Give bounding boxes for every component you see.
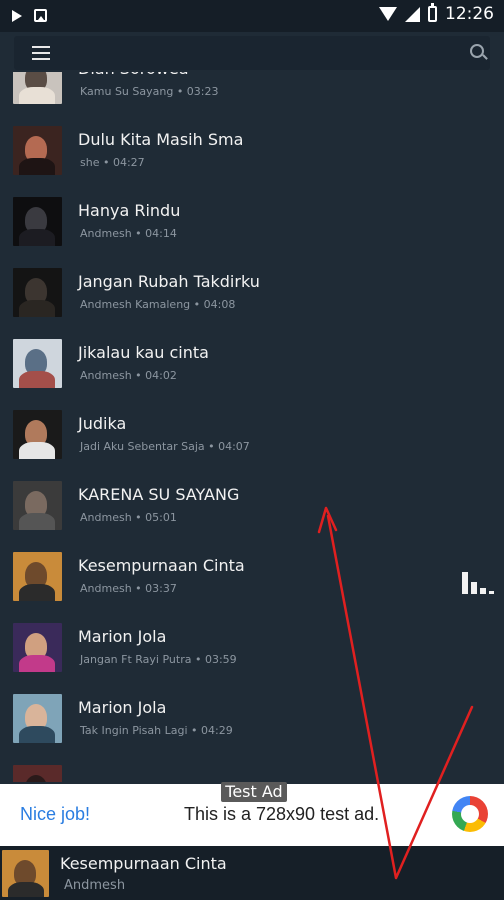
song-list-item[interactable]: Judika Jadi Aku Sebentar Saja • 04:07 xyxy=(0,400,504,471)
signal-icon xyxy=(405,6,420,22)
status-bar: 12:26 xyxy=(0,0,504,32)
song-cover-art xyxy=(13,623,62,672)
song-list-content: Dian Sorowea Kamu Su Sayang • 03:23 Dulu K… xyxy=(0,72,504,782)
song-subtitle: Andmesh • 03:37 xyxy=(80,582,177,595)
song-list-item[interactable]: Hanya Rindu Andmesh • 04:14 xyxy=(0,187,504,258)
song-title: KARENA SU SAYANG xyxy=(78,485,240,504)
wifi-icon xyxy=(379,7,397,21)
ad-description-text: This is a 728x90 test ad. xyxy=(184,804,380,824)
now-playing-title: Kesempurnaan Cinta xyxy=(60,854,227,873)
song-list-item[interactable]: Jangan Rubah Takdirku Andmesh Kamaleng • … xyxy=(0,258,504,329)
mini-player[interactable]: Kesempurnaan Cinta Andmesh xyxy=(0,846,504,900)
menu-icon[interactable] xyxy=(32,46,50,60)
song-cover-art xyxy=(13,694,62,743)
ad-nice-job-text: Nice job! xyxy=(20,804,91,824)
app-screen: 12:26 Dian Sorowea Kamu Su Sayang • 03:23… xyxy=(0,0,504,900)
song-list-item[interactable]: Jikalau kau cinta Andmesh • 04:02 xyxy=(0,329,504,400)
battery-icon xyxy=(428,3,437,22)
song-subtitle: she • 04:27 xyxy=(80,156,145,169)
song-subtitle: Andmesh Kamaleng • 04:08 xyxy=(80,298,236,311)
song-title: Jikalau kau cinta xyxy=(78,343,209,362)
song-list-item[interactable] xyxy=(0,755,504,782)
song-subtitle: Tak Ingin Pisah Lagi • 04:29 xyxy=(80,724,233,737)
song-subtitle: Andmesh • 04:02 xyxy=(80,369,177,382)
song-subtitle: Andmesh • 05:01 xyxy=(80,511,177,524)
song-cover-art xyxy=(13,552,62,601)
song-cover-art xyxy=(13,765,62,782)
play-notification-icon xyxy=(12,10,22,22)
song-subtitle: Jangan Ft Rayi Putra • 03:59 xyxy=(80,653,237,666)
song-title: Kesempurnaan Cinta xyxy=(78,556,245,575)
song-list-item[interactable]: Dian Sorowea Kamu Su Sayang • 03:23 xyxy=(0,72,504,116)
song-subtitle: Jadi Aku Sebentar Saja • 04:07 xyxy=(80,440,250,453)
song-list[interactable]: Dian Sorowea Kamu Su Sayang • 03:23 Dulu K… xyxy=(0,72,504,782)
song-cover-art xyxy=(13,197,62,246)
song-title: Jangan Rubah Takdirku xyxy=(78,272,260,291)
status-time: 12:26 xyxy=(445,4,494,24)
song-title: Dulu Kita Masih Sma xyxy=(78,130,244,149)
song-cover-art xyxy=(13,126,62,175)
now-playing-artist: Andmesh xyxy=(64,878,126,893)
song-subtitle: Andmesh • 04:14 xyxy=(80,227,177,240)
song-title: Marion Jola xyxy=(78,698,167,717)
test-ad-label: Test Ad xyxy=(221,782,287,802)
song-cover-art xyxy=(13,72,62,104)
equalizer-icon[interactable] xyxy=(462,572,494,594)
song-list-item[interactable]: Marion Jola Tak Ingin Pisah Lagi • 04:29 xyxy=(0,684,504,755)
song-list-item[interactable]: KARENA SU SAYANG Andmesh • 05:01 xyxy=(0,471,504,542)
song-subtitle: Kamu Su Sayang • 03:23 xyxy=(80,85,219,98)
song-title: Hanya Rindu xyxy=(78,201,181,220)
song-title: Marion Jola xyxy=(78,627,167,646)
song-title: Judika xyxy=(78,414,127,433)
song-list-item[interactable]: Dulu Kita Masih Sma she • 04:27 xyxy=(0,116,504,187)
status-indicators: 12:26 xyxy=(379,3,494,24)
now-playing-cover xyxy=(2,850,49,897)
toolbar xyxy=(14,36,490,70)
song-cover-art xyxy=(13,410,62,459)
song-cover-art xyxy=(13,268,62,317)
song-title: Dian Sorowea xyxy=(78,72,189,78)
song-list-item[interactable]: Marion Jola Jangan Ft Rayi Putra • 03:59 xyxy=(0,613,504,684)
status-notifications xyxy=(12,6,47,22)
song-list-item[interactable]: Kesempurnaan Cinta Andmesh • 03:37 xyxy=(0,542,504,613)
search-icon[interactable] xyxy=(470,44,484,58)
song-cover-art xyxy=(13,481,62,530)
ad-logo-icon xyxy=(452,796,488,832)
song-cover-art xyxy=(13,339,62,388)
image-notification-icon xyxy=(34,9,47,22)
